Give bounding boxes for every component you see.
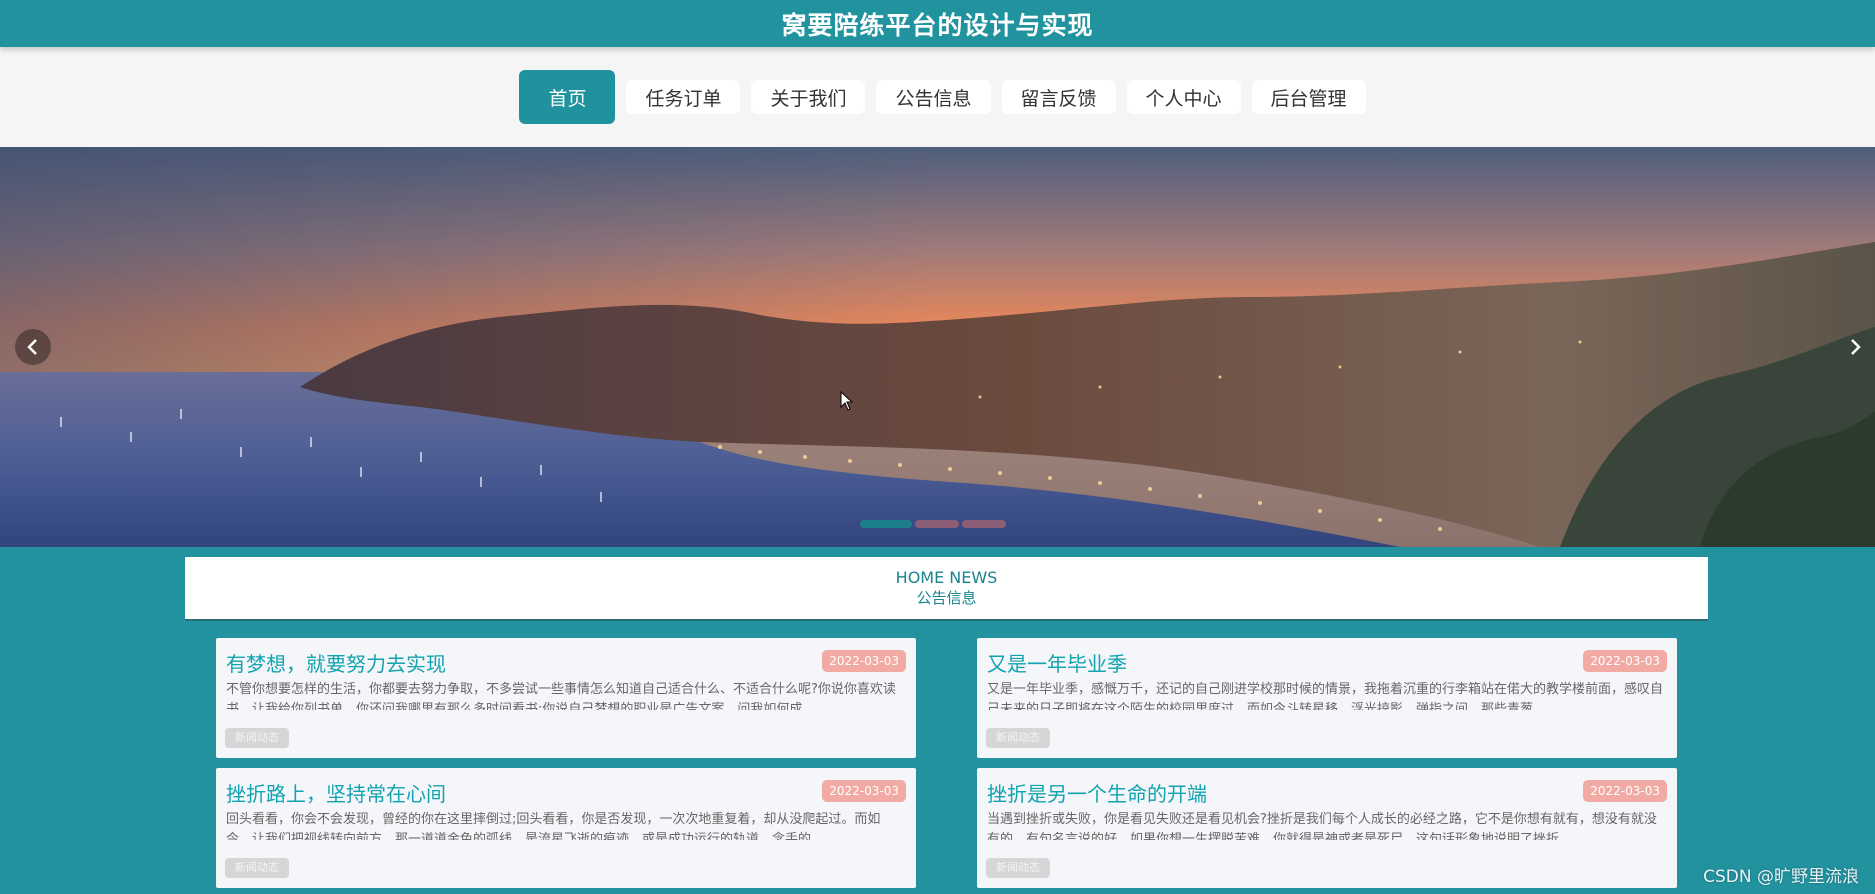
nav-item-personal-center[interactable]: 个人中心 xyxy=(1126,80,1241,114)
news-date-badge: 2022-03-03 xyxy=(822,650,906,672)
nav-item-about-us[interactable]: 关于我们 xyxy=(751,80,866,114)
news-category-tag: 新闻动态 xyxy=(986,728,1050,748)
chevron-right-icon xyxy=(1851,339,1861,355)
news-category-tag: 新闻动态 xyxy=(225,858,289,878)
news-excerpt: 又是一年毕业季，感慨万千，还记的自己刚进学校那时候的情景，我拖着沉重的行李箱站在… xyxy=(987,682,1664,710)
nav-item-home[interactable]: 首页 xyxy=(519,70,616,124)
news-card[interactable]: 又是一年毕业季 2022-03-03 又是一年毕业季，感慨万千，还记的自己刚进学… xyxy=(977,638,1677,758)
news-title[interactable]: 又是一年毕业季 xyxy=(987,648,1127,677)
news-excerpt: 回头看看，你会不会发现，曾经的你在这里摔倒过;回头看看，你是否发现，一次次地重复… xyxy=(226,812,881,840)
news-category-tag: 新闻动态 xyxy=(986,858,1050,878)
nav-item-task-orders[interactable]: 任务订单 xyxy=(626,80,741,114)
carousel-indicator-2[interactable] xyxy=(915,520,959,528)
nav-item-admin[interactable]: 后台管理 xyxy=(1251,80,1366,114)
carousel-next-button[interactable] xyxy=(1837,329,1873,365)
site-header: 窝要陪练平台的设计与实现 xyxy=(0,0,1875,47)
news-date-badge: 2022-03-03 xyxy=(1583,650,1667,672)
news-excerpt: 不管你想要怎样的生活，你都要去努力争取，不多尝试一些事情怎么知道自己适合什么、不… xyxy=(226,682,896,710)
news-section-title-zh: 公告信息 xyxy=(916,589,977,607)
news-category-tag: 新闻动态 xyxy=(225,728,289,748)
news-date-badge: 2022-03-03 xyxy=(1583,780,1667,802)
news-card[interactable]: 挫折路上，坚持常在心间 2022-03-03 回头看看，你会不会发现，曾经的你在… xyxy=(216,768,916,888)
carousel-indicator-3[interactable] xyxy=(962,520,1006,528)
news-section-title-en: HOME NEWS xyxy=(895,568,998,587)
news-card[interactable]: 有梦想，就要努力去实现 2022-03-03 不管你想要怎样的生活，你都要去努力… xyxy=(216,638,916,758)
nav-list: 首页 任务订单 关于我们 公告信息 留言反馈 个人中心 后台管理 xyxy=(519,70,1366,124)
news-section-header: HOME NEWS 公告信息 xyxy=(185,557,1708,621)
mouse-cursor-icon xyxy=(840,391,854,411)
news-excerpt: 当遇到挫折或失败，你是看见失败还是看见机会?挫折是我们每个人成长的必经之路，它不… xyxy=(987,812,1657,840)
news-title[interactable]: 挫折路上，坚持常在心间 xyxy=(226,778,446,807)
carousel-indicators xyxy=(860,520,1006,528)
banner-image xyxy=(0,147,1875,547)
main-nav: 首页 任务订单 关于我们 公告信息 留言反馈 个人中心 后台管理 xyxy=(0,47,1875,147)
chevron-left-icon xyxy=(27,339,37,355)
carousel-indicator-1[interactable] xyxy=(860,520,912,528)
site-title: 窝要陪练平台的设计与实现 xyxy=(781,10,1094,40)
carousel-prev-button[interactable] xyxy=(15,329,51,365)
nav-item-feedback[interactable]: 留言反馈 xyxy=(1001,80,1116,114)
news-card[interactable]: 挫折是另一个生命的开端 2022-03-03 当遇到挫折或失败，你是看见失败还是… xyxy=(977,768,1677,888)
news-title[interactable]: 有梦想，就要努力去实现 xyxy=(226,648,446,677)
nav-item-announcements[interactable]: 公告信息 xyxy=(876,80,991,114)
news-title[interactable]: 挫折是另一个生命的开端 xyxy=(987,778,1207,807)
news-date-badge: 2022-03-03 xyxy=(822,780,906,802)
csdn-watermark: CSDN @旷野里流浪 xyxy=(1703,867,1859,887)
banner-carousel[interactable] xyxy=(0,147,1875,547)
